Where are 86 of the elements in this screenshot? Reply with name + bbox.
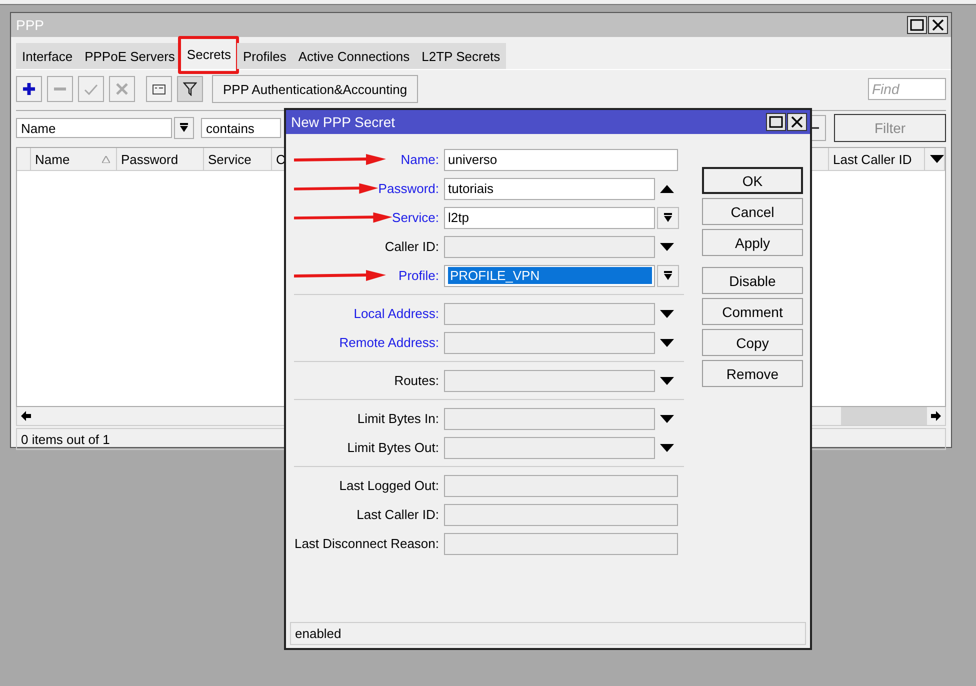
field-label: Name: — [400, 152, 439, 167]
input-field[interactable]: tutoriais — [444, 178, 655, 200]
field-label: Profile: — [398, 268, 439, 283]
scroll-right-icon — [931, 411, 941, 421]
input-field[interactable]: l2tp — [444, 206, 655, 228]
column-label: Name — [35, 152, 70, 166]
dialog-button[interactable]: OK — [702, 167, 803, 194]
operator-select[interactable]: contains — [201, 118, 281, 138]
maximize-button[interactable] — [766, 113, 786, 131]
close-icon — [791, 116, 803, 128]
input-field[interactable] — [444, 532, 678, 554]
close-icon — [932, 19, 944, 31]
close-button[interactable] — [928, 16, 948, 34]
tab[interactable]: Profiles — [237, 43, 292, 69]
input-field[interactable]: universo — [444, 148, 678, 170]
column-header[interactable]: Name — [31, 148, 117, 170]
input-field[interactable] — [444, 504, 678, 526]
field-label: Caller ID: — [384, 239, 439, 254]
cross-icon — [115, 82, 129, 96]
column-label: Service — [208, 152, 252, 166]
dialog-status: enabled — [290, 622, 806, 645]
column-label: C — [276, 152, 286, 166]
input-field[interactable]: PROFILE_VPN — [444, 264, 655, 286]
field-label: Password: — [378, 181, 439, 196]
scroll-thumb[interactable] — [841, 407, 927, 425]
dropdown-button[interactable] — [174, 117, 194, 139]
accounting-button[interactable]: PPP Authentication&Accounting — [212, 75, 418, 103]
dialog-button[interactable]: Copy — [702, 329, 803, 356]
field-label: Service: — [392, 210, 439, 225]
dropdown-button[interactable] — [657, 206, 679, 228]
add-button[interactable] — [16, 76, 42, 102]
column-header[interactable]: Password — [117, 148, 204, 170]
input-field[interactable] — [444, 370, 655, 392]
column-label: Password — [121, 152, 178, 166]
field-label: Last Caller ID: — [356, 507, 439, 522]
dropdown-arrow-icon — [660, 414, 674, 422]
window-title: PPP — [16, 17, 44, 33]
input-field[interactable] — [444, 236, 655, 258]
filter-button[interactable] — [177, 76, 203, 102]
tab[interactable]: Interface — [16, 43, 79, 69]
input-field[interactable] — [444, 436, 655, 458]
dialog-button[interactable]: Comment — [702, 298, 803, 325]
dialog-button[interactable]: Remove — [702, 360, 803, 387]
dropdown-button[interactable] — [657, 264, 679, 286]
note-icon — [152, 82, 166, 96]
dialog-button[interactable]: Disable — [702, 267, 803, 294]
field-label: Routes: — [394, 373, 439, 388]
input-field[interactable] — [444, 474, 678, 496]
dropdown-icon — [179, 123, 189, 133]
filter-icon — [183, 82, 197, 96]
dialog-button[interactable]: Apply — [702, 229, 803, 256]
tab[interactable]: L2TP Secrets — [416, 43, 506, 69]
filter-field-select[interactable]: Name — [16, 118, 172, 138]
hide-password-icon — [660, 184, 674, 192]
dropdown-arrow-icon — [660, 444, 674, 452]
dropdown-arrow-icon — [660, 338, 674, 346]
column-label: Last Caller ID — [833, 152, 912, 166]
maximize-icon — [910, 19, 924, 31]
dropdown-arrow-icon — [930, 155, 944, 163]
maximize-icon — [769, 116, 783, 128]
note-button[interactable] — [146, 76, 172, 102]
dialog-button[interactable]: Cancel — [702, 198, 803, 225]
dropdown-arrow-icon — [660, 376, 674, 384]
dropdown-icon — [663, 270, 673, 280]
maximize-button[interactable] — [907, 16, 927, 34]
input-field[interactable] — [444, 332, 655, 354]
field-label: Remote Address: — [339, 335, 439, 350]
field-label: Last Disconnect Reason: — [294, 536, 439, 551]
column-header[interactable]: Last Caller ID — [829, 148, 925, 170]
dropdown-arrow-icon — [660, 310, 674, 318]
input-field[interactable] — [444, 302, 655, 324]
input-field[interactable] — [444, 408, 655, 430]
dropdown-icon — [663, 212, 673, 222]
tab[interactable]: PPPoE Servers — [78, 43, 181, 69]
dropdown-arrow-icon — [660, 242, 674, 250]
add-icon — [22, 82, 36, 96]
column-header[interactable]: Service — [204, 148, 272, 170]
field-label: Limit Bytes In: — [357, 411, 439, 426]
tab[interactable]: Active Connections — [292, 43, 416, 69]
close-button[interactable] — [787, 113, 807, 131]
check-icon — [84, 82, 98, 96]
scroll-left-icon — [21, 411, 31, 421]
find-field[interactable]: Find — [868, 78, 946, 100]
field-label: Local Address: — [354, 306, 439, 321]
dialog-title: New PPP Secret — [291, 114, 396, 130]
field-label: Last Logged Out: — [339, 478, 439, 493]
